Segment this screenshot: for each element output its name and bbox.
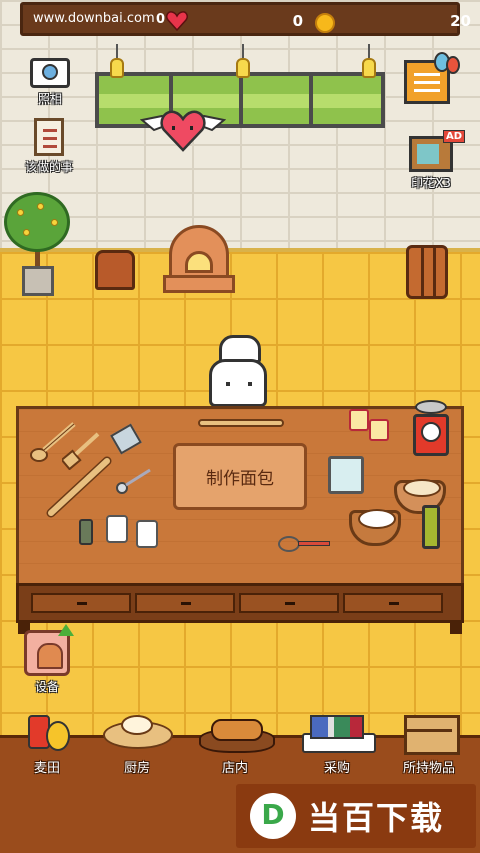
oil-bottle-icon bbox=[422, 505, 440, 549]
balloon-icon bbox=[446, 56, 460, 74]
whisk-icon bbox=[278, 536, 332, 554]
chef-character-icon[interactable] bbox=[205, 335, 271, 415]
nav-label: 麦田 bbox=[33, 761, 60, 776]
winged-heart-icon[interactable] bbox=[140, 106, 226, 152]
lamp-icon bbox=[362, 58, 376, 78]
photo-button[interactable]: 照相 bbox=[24, 58, 76, 107]
lamp-icon bbox=[236, 58, 250, 78]
brand-watermark: 当百下载 bbox=[236, 784, 476, 848]
measuring-spoons-icon bbox=[116, 468, 151, 494]
rolling-pin-icon bbox=[198, 419, 284, 427]
yeast-bottle-icon bbox=[79, 519, 93, 545]
coin-icon bbox=[315, 13, 335, 33]
nav-kitchen[interactable]: 厨房 bbox=[92, 715, 182, 776]
coins-count: 20 bbox=[450, 12, 471, 30]
nav-wheat-field[interactable]: 麦田 bbox=[2, 715, 92, 776]
clipboard-icon bbox=[34, 118, 64, 156]
nav-label: 所持物品 bbox=[402, 761, 455, 776]
stone-oven-icon[interactable] bbox=[163, 225, 235, 295]
equipment-label: 设备 bbox=[34, 680, 59, 694]
todo-button[interactable]: 该做的事 bbox=[14, 118, 84, 175]
brand-text: 当百下载 bbox=[308, 799, 445, 837]
hearts-count: 0 bbox=[292, 12, 303, 30]
butter-icon bbox=[349, 405, 397, 445]
hud-left-counter: 0 bbox=[156, 12, 166, 27]
stamps-label: 印花X3 bbox=[411, 176, 451, 190]
spatula-icon bbox=[62, 432, 100, 470]
stamps-ad-button[interactable]: 印花X3 bbox=[400, 136, 462, 191]
ad-badge: AD bbox=[443, 130, 466, 143]
photo-label: 照相 bbox=[37, 92, 62, 106]
nav-purchase[interactable]: 采购 bbox=[292, 715, 382, 776]
nav-label: 店内 bbox=[221, 761, 248, 776]
oven-upgrade-icon bbox=[24, 630, 70, 676]
nav-inventory[interactable]: 所持物品 bbox=[384, 715, 474, 776]
inventory-crate-icon bbox=[402, 715, 460, 755]
camera-icon bbox=[30, 58, 70, 88]
nav-label: 采购 bbox=[323, 761, 350, 776]
table-drawers bbox=[16, 583, 464, 623]
kitchen-dough-icon bbox=[99, 715, 175, 755]
wheat-field-icon bbox=[24, 715, 70, 755]
kitchen-scale-icon bbox=[411, 400, 451, 458]
plant-pot bbox=[22, 266, 54, 296]
sugar-jar-icon bbox=[106, 515, 128, 543]
bread-box-icon[interactable] bbox=[95, 250, 135, 290]
equipment-button[interactable]: 设备 bbox=[22, 624, 74, 694]
lamp-icon bbox=[110, 58, 124, 78]
bread-tray-icon bbox=[199, 715, 275, 755]
lemon-tree-icon[interactable] bbox=[4, 192, 70, 252]
make-bread-button[interactable]: 制作面包 bbox=[173, 443, 307, 510]
nav-label: 厨房 bbox=[123, 761, 150, 776]
nav-store[interactable]: 店内 bbox=[190, 719, 280, 776]
game-screen: www.downbai.com 0 0 20 照相 该做的事 印花X3 AD 制… bbox=[0, 0, 480, 853]
measuring-cup-icon bbox=[328, 456, 364, 494]
kitchen-window bbox=[95, 72, 385, 128]
salt-jar-icon bbox=[136, 520, 158, 548]
watermark-text: www.downbai.com bbox=[33, 11, 155, 26]
shopping-icon bbox=[302, 715, 376, 755]
firewood-icon[interactable] bbox=[406, 245, 448, 299]
status-bar: www.downbai.com 0 0 20 bbox=[20, 2, 471, 36]
todo-label: 该做的事 bbox=[24, 160, 73, 174]
upgrade-arrow-icon bbox=[58, 624, 74, 636]
heart-icon bbox=[166, 11, 188, 31]
brand-logo-icon bbox=[250, 793, 296, 839]
